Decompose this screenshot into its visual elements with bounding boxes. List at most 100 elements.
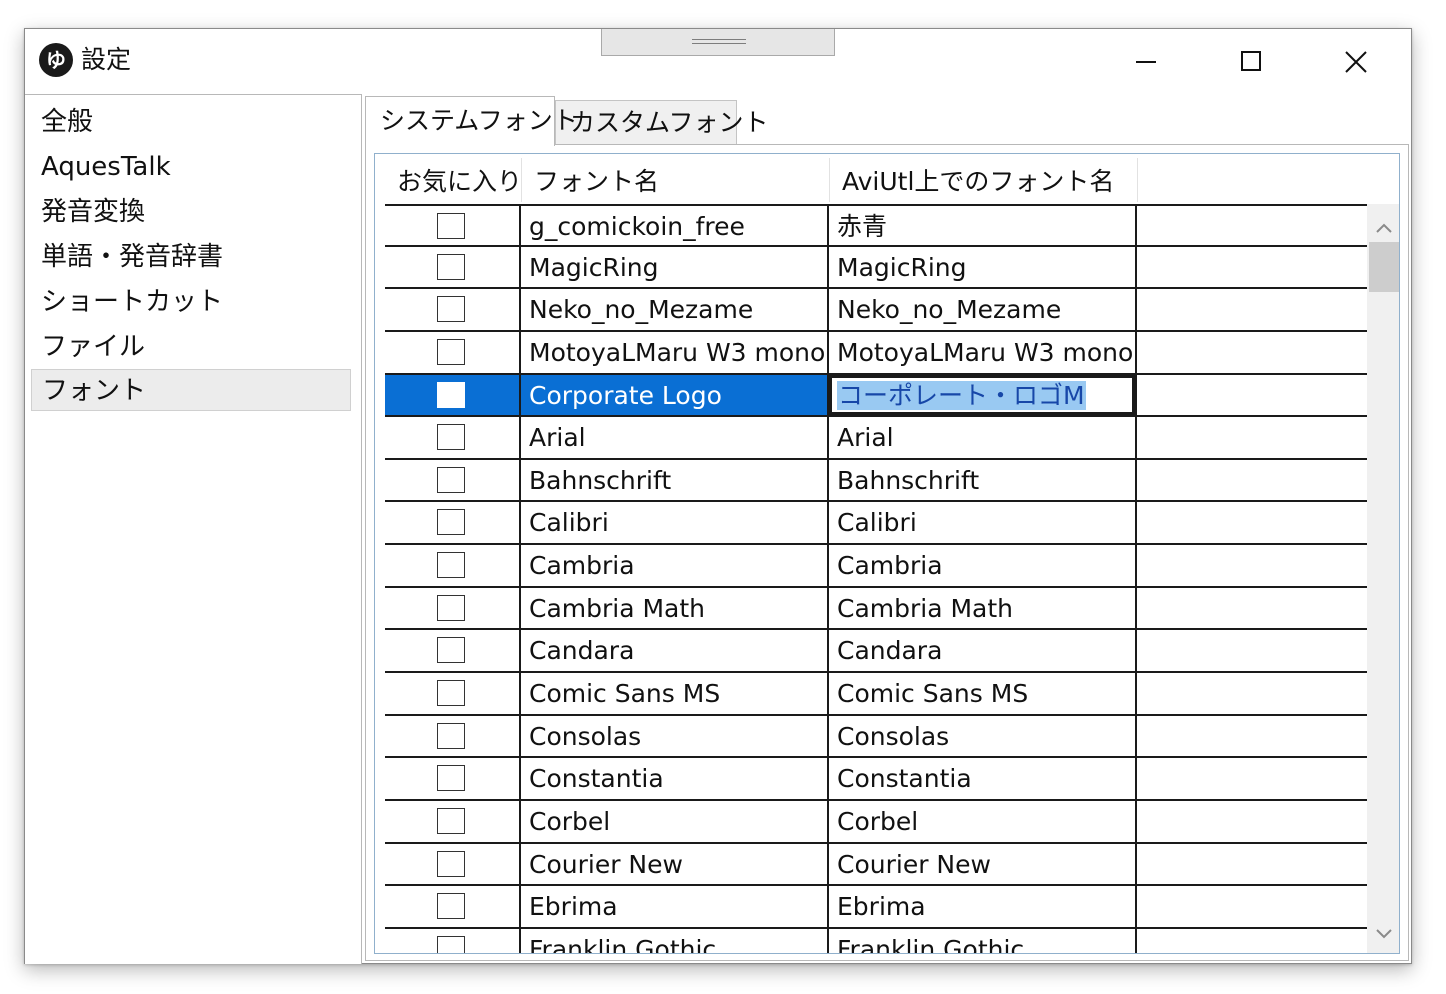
aviutl-name-cell[interactable]: Constantia [829,758,1137,799]
favorite-checkbox[interactable] [437,637,465,664]
maximize-button[interactable] [1210,39,1290,85]
font-name-cell[interactable]: Bahnschrift [521,459,829,501]
aviutl-name-editor-text[interactable]: コーポレート・ロゴM [837,380,1086,410]
sidebar-item-dictionary[interactable]: 単語・発音辞書 [31,236,351,278]
aviutl-name-cell[interactable]: MotoyaLMaru W3 mono [829,331,1137,373]
minimize-button[interactable] [1105,39,1185,85]
font-name-cell[interactable]: Arial [521,417,829,458]
table-row[interactable]: Corporate Logo コーポレート・ロゴM [385,374,1367,418]
favorite-checkbox[interactable] [437,935,465,953]
aviutl-name-cell[interactable]: Candara [829,630,1137,672]
font-name-cell[interactable]: Calibri [521,502,829,544]
close-button[interactable] [1315,39,1395,85]
table-row[interactable]: Candara Candara [385,630,1367,674]
tab-system-fonts[interactable]: システムフォント [365,96,578,146]
drag-grip[interactable] [601,29,835,56]
aviutl-name-cell[interactable]: 赤青 [829,206,1137,245]
scroll-up-button[interactable] [1367,212,1399,246]
table-row[interactable]: Franklin Gothic Franklin Gothic [385,928,1367,953]
filler-cell [1137,417,1367,458]
font-name-cell[interactable]: Consolas [521,715,829,757]
font-name-cell[interactable]: Ebrima [521,886,829,927]
font-name-cell[interactable]: Constantia [521,758,829,799]
sidebar-item-aquestalk[interactable]: AquesTalk [31,146,351,188]
table-row[interactable]: Constantia Constantia [385,758,1367,801]
font-name-cell[interactable]: Corbel [521,800,829,842]
font-name-cell[interactable]: g_comickoin_free [521,206,829,245]
favorite-checkbox[interactable] [437,552,465,579]
favorite-checkbox[interactable] [437,893,465,920]
sidebar-item-general[interactable]: 全般 [31,101,351,143]
aviutl-name-edit-cell[interactable]: コーポレート・ロゴM [829,374,1137,416]
aviutl-name-cell[interactable]: Cambria Math [829,587,1137,629]
font-name-cell[interactable]: Courier New [521,843,829,885]
favorite-checkbox[interactable] [437,296,465,323]
favorite-checkbox[interactable] [437,509,465,536]
vertical-scrollbar[interactable] [1367,204,1399,953]
font-name-cell[interactable]: Cambria [521,545,829,586]
font-name-cell[interactable]: Corporate Logo [521,374,829,416]
filler-cell [1137,844,1367,885]
font-name-cell[interactable]: MotoyaLMaru W3 mono [521,331,829,373]
favorite-checkbox[interactable] [437,338,465,365]
favorite-cell [385,545,521,586]
aviutl-name-cell[interactable]: Ebrima [829,886,1137,927]
favorite-checkbox[interactable] [437,807,465,834]
aviutl-name-cell[interactable]: Comic Sans MS [829,673,1137,714]
favorite-checkbox[interactable] [437,466,465,493]
aviutl-name-cell[interactable]: Franklin Gothic [829,928,1137,953]
table-row[interactable]: MotoyaLMaru W3 mono MotoyaLMaru W3 mono [385,331,1367,375]
table-row[interactable]: Corbel Corbel [385,800,1367,844]
favorite-checkbox[interactable] [437,765,465,792]
favorite-checkbox[interactable] [437,850,465,877]
aviutl-name-cell[interactable]: Arial [829,417,1137,458]
table-row[interactable]: MagicRing MagicRing [385,246,1367,290]
table-row[interactable]: Cambria Math Cambria Math [385,587,1367,631]
table-row[interactable]: Ebrima Ebrima [385,886,1367,929]
favorite-checkbox[interactable] [437,253,465,280]
sidebar-item-shortcut[interactable]: ショートカット [31,281,351,323]
aviutl-name-cell[interactable]: Bahnschrift [829,459,1137,501]
column-separator[interactable] [1137,158,1138,202]
table-row[interactable]: Comic Sans MS Comic Sans MS [385,673,1367,716]
table-row[interactable]: Courier New Courier New [385,843,1367,887]
aviutl-name-cell[interactable]: Cambria [829,545,1137,586]
favorite-checkbox[interactable] [437,213,465,239]
font-name-cell[interactable]: Franklin Gothic [521,928,829,953]
sidebar-item-pronunciation[interactable]: 発音変換 [31,191,351,233]
aviutl-name-cell[interactable]: Courier New [829,843,1137,885]
font-name-cell[interactable]: Candara [521,630,829,672]
favorite-checkbox[interactable] [437,680,465,707]
font-name-cell[interactable]: Cambria Math [521,587,829,629]
scroll-thumb[interactable] [1369,242,1399,292]
favorite-cell [385,928,521,953]
aviutl-name-cell[interactable]: Corbel [829,800,1137,842]
table-row[interactable]: Cambria Cambria [385,545,1367,588]
table-row[interactable]: Calibri Calibri [385,502,1367,546]
table-row[interactable]: Neko_no_Mezame Neko_no_Mezame [385,289,1367,332]
favorite-checkbox[interactable] [437,381,465,408]
column-header-favorite[interactable]: お気に入り [385,154,522,204]
font-name-cell[interactable]: Comic Sans MS [521,673,829,714]
scroll-down-button[interactable] [1367,916,1399,950]
aviutl-name-cell[interactable]: MagicRing [829,246,1137,288]
filler-cell [1137,588,1367,629]
table-row[interactable]: g_comickoin_free 赤青 [385,204,1367,247]
title-bar[interactable]: ゆ 設定 [25,29,1411,93]
aviutl-name-cell[interactable]: Consolas [829,715,1137,757]
sidebar-item-file[interactable]: ファイル [31,326,351,368]
favorite-checkbox[interactable] [437,594,465,621]
table-row[interactable]: Arial Arial [385,417,1367,460]
font-name-cell[interactable]: MagicRing [521,246,829,288]
tab-custom-fonts[interactable]: カスタムフォント [555,100,769,144]
favorite-checkbox[interactable] [437,424,465,451]
sidebar-item-font[interactable]: フォント [31,369,351,411]
aviutl-name-cell[interactable]: Calibri [829,502,1137,544]
favorite-checkbox[interactable] [437,722,465,749]
column-header-font-name[interactable]: フォント名 [522,154,829,204]
table-row[interactable]: Consolas Consolas [385,715,1367,759]
table-row[interactable]: Bahnschrift Bahnschrift [385,459,1367,503]
column-header-aviutl-name[interactable]: AviUtl上でのフォント名 [830,154,1137,204]
aviutl-name-cell[interactable]: Neko_no_Mezame [829,289,1137,330]
font-name-cell[interactable]: Neko_no_Mezame [521,289,829,330]
